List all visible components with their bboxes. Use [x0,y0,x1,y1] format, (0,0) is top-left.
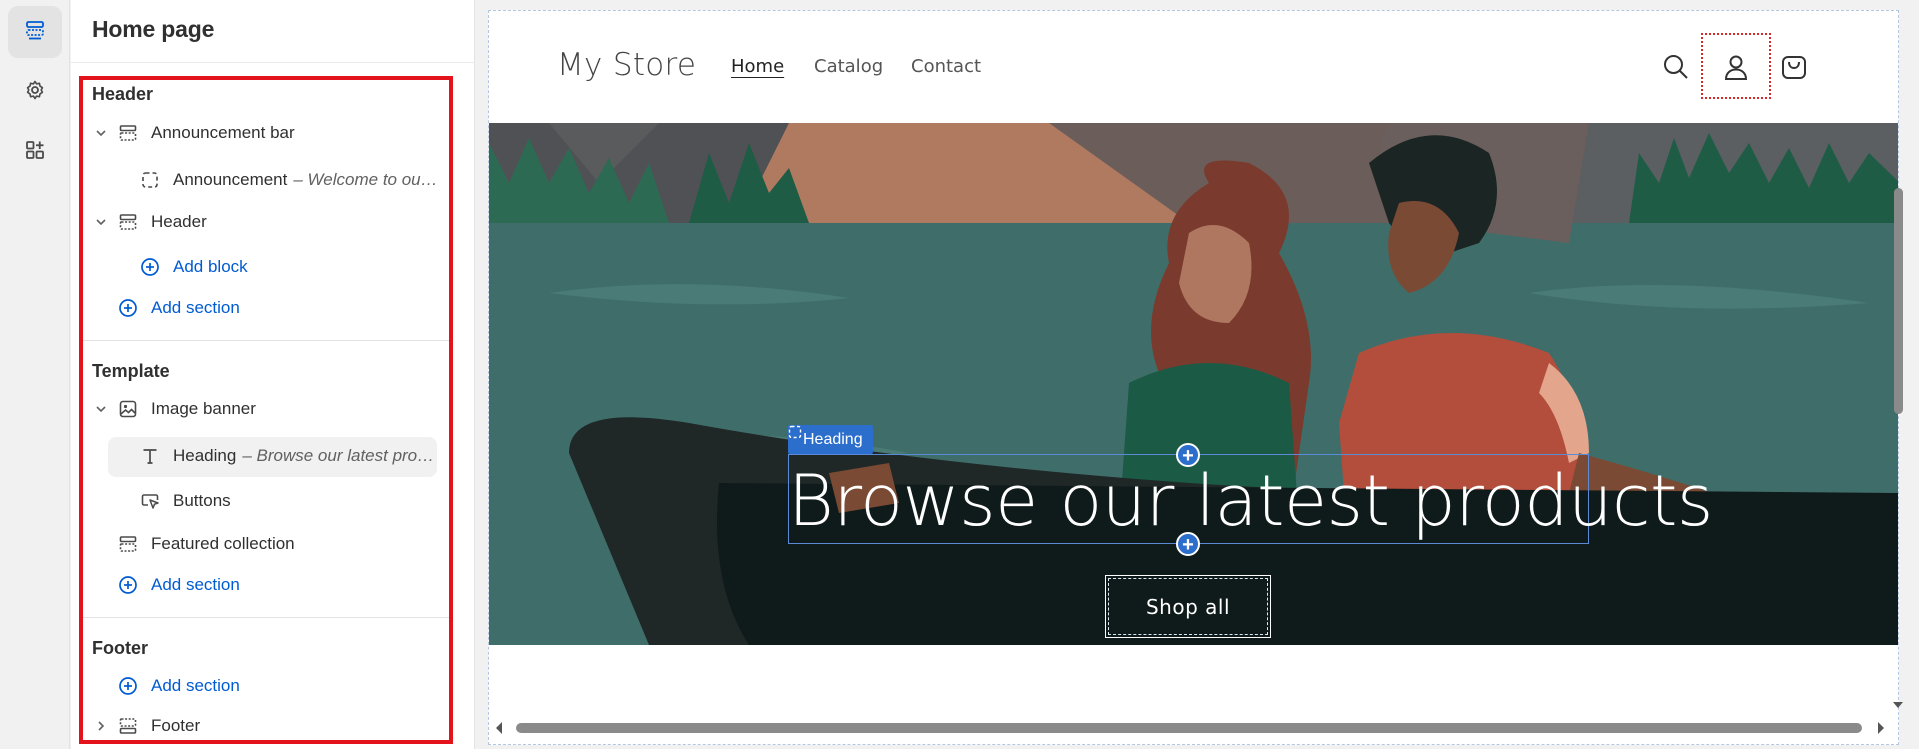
sections-icon [24,19,46,46]
preview-horizontal-thumb[interactable] [516,723,1862,733]
store-brand[interactable]: My Store [557,47,696,83]
banner-illustration [489,123,1898,645]
settings-button[interactable] [8,66,62,118]
panel-divider [71,62,475,63]
search-icon[interactable] [1656,47,1696,87]
cart-icon[interactable] [1774,47,1814,87]
heading-block-tag[interactable]: Heading [788,425,873,454]
heading-tag-label: Heading [803,430,863,448]
app-rail [0,0,70,749]
nav-home[interactable]: Home [731,56,784,77]
preview-vertical-thumb[interactable] [1894,188,1903,414]
store-preview: My Store Home Catalog Contact Heading + … [488,10,1899,745]
add-below-button[interactable]: + [1176,532,1200,556]
sections-button[interactable] [8,6,62,58]
account-icon[interactable] [1716,47,1756,87]
preview-vertical-scrollbar[interactable] [1889,10,1907,710]
preview-horizontal-scrollbar[interactable] [490,716,1890,740]
page-title: Home page [92,16,215,42]
nav-catalog[interactable]: Catalog [814,56,883,77]
apps-button[interactable] [8,126,62,178]
apps-icon [24,139,46,166]
store-header[interactable]: My Store Home Catalog Contact [489,11,1898,123]
settings-gear-icon [24,79,46,106]
preview-canvas: My Store Home Catalog Contact Heading + … [476,0,1919,749]
selection-highlight-box [79,76,453,744]
image-banner[interactable]: Heading + Browse our latest products + S… [489,123,1898,645]
shop-all-button[interactable]: Shop all [1105,575,1271,638]
hero-heading[interactable]: Browse our latest products [788,460,1713,542]
sections-panel: Home page Header Announcement bar Announ… [71,0,538,749]
nav-contact[interactable]: Contact [911,56,981,77]
